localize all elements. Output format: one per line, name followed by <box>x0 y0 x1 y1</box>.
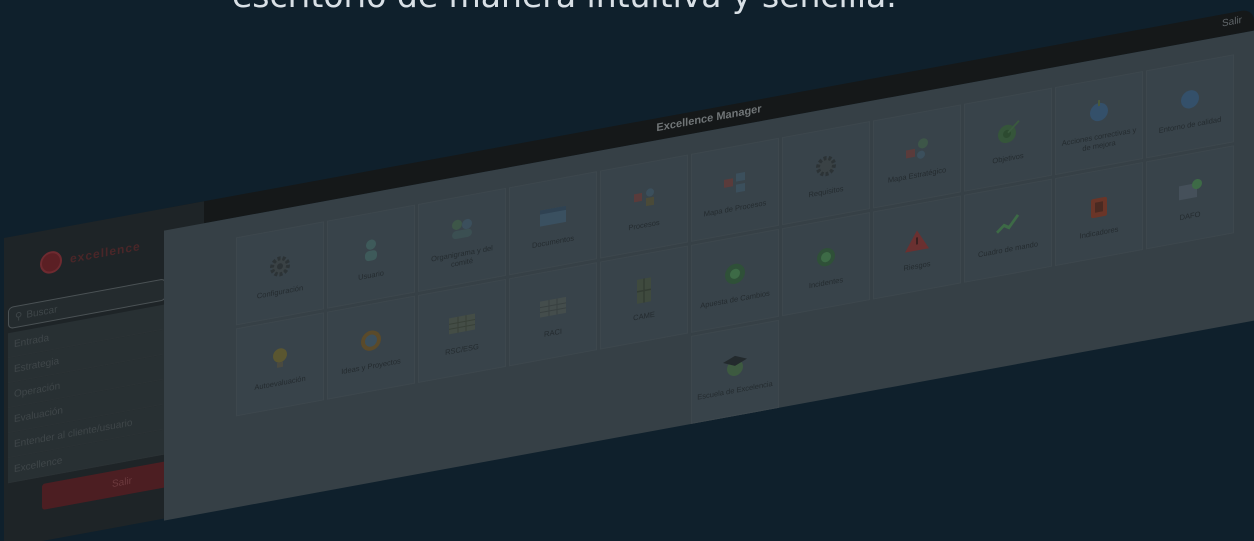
tile-ideas[interactable]: Ideas y Proyectos <box>327 295 415 400</box>
process-map-icon <box>720 165 750 201</box>
tile-label: Autoevaluación <box>254 373 306 392</box>
user-icon <box>356 231 386 267</box>
sidebar-item-label: Evaluación <box>14 404 63 425</box>
tile-came[interactable]: CAME <box>600 245 688 350</box>
module-grid: Configuración Usuario Organigrama y del … <box>164 30 1254 521</box>
tile-objetivos[interactable]: Objetivos <box>964 87 1052 192</box>
tile-requisitos[interactable]: Requisitos <box>782 121 870 226</box>
table-icon <box>538 289 568 325</box>
tile-label: Configuración <box>256 282 304 301</box>
tile-label: RACI <box>544 326 562 339</box>
sidebar-item-label: Operación <box>14 380 61 400</box>
tile-label: Riesgos <box>903 258 931 273</box>
tile-label: CAME <box>633 309 655 323</box>
logo: excellence <box>40 235 141 276</box>
self-evaluation-icon <box>265 339 295 375</box>
tile-usuario[interactable]: Usuario <box>327 204 415 309</box>
tile-organigrama[interactable]: Organigrama y del comité <box>418 187 506 293</box>
app-screenshot: Excellence Manager Salir excellence ⚲ Bu… <box>0 0 1254 541</box>
tile-label: Incidentes <box>808 274 844 290</box>
tile-autoevaluacion[interactable]: Autoevaluación <box>236 312 324 417</box>
tile-label: Entorno de calidad <box>1158 114 1222 135</box>
tile-mapa-procesos[interactable]: Mapa de Procesos <box>691 137 779 242</box>
tile-cuadro-mando[interactable]: Cuadro de mando <box>964 178 1052 283</box>
tile-label: DAFO <box>1179 208 1201 222</box>
sidebar-item-label: Estrategia <box>14 355 60 375</box>
tile-apuesta[interactable]: Apuesta de Cambios <box>691 228 779 333</box>
tile-label: Ideas y Proyectos <box>341 355 401 376</box>
tile-riesgos[interactable]: Riesgos <box>873 195 961 300</box>
tile-acciones[interactable]: Acciones correctivas y de mejora <box>1055 70 1143 176</box>
world-icon <box>447 306 477 342</box>
tile-label: Mapa Estratégico <box>887 164 947 185</box>
lightbulb-icon <box>356 322 386 358</box>
strategy-map-icon <box>902 131 932 167</box>
door-icon <box>720 256 750 292</box>
tile-label: Organigrama y del comité <box>431 243 493 269</box>
tile-procesos[interactable]: Procesos <box>600 154 688 259</box>
tile-label: Objetivos <box>992 150 1024 166</box>
chart-icon <box>1084 189 1114 225</box>
tile-raci[interactable]: RACI <box>509 262 597 367</box>
tile-label: Acciones correctivas y de mejora <box>1061 125 1137 154</box>
sidebar-item-label: Excellence <box>14 454 63 475</box>
tile-configuracion[interactable]: Configuración <box>236 221 324 326</box>
sidebar-item-label: Entrada <box>14 332 50 350</box>
quality-icon <box>1175 81 1205 117</box>
gear-icon <box>265 248 295 284</box>
risk-icon <box>902 222 932 258</box>
tile-label: Escuela de Excelencia <box>697 378 773 402</box>
swot-icon <box>1175 172 1205 208</box>
logo-icon <box>40 249 62 276</box>
table-icon <box>629 272 659 308</box>
people-icon <box>447 210 477 246</box>
tile-documentos[interactable]: Documentos <box>509 171 597 276</box>
globe-icon <box>1084 93 1114 129</box>
tile-incidentes[interactable]: Incidentes <box>782 212 870 317</box>
tile-dafo[interactable]: DAFO <box>1146 145 1234 250</box>
tile-rsc[interactable]: RSC/ESG <box>418 278 506 384</box>
logo-text: excellence <box>70 238 141 266</box>
search-placeholder: Buscar <box>26 303 58 321</box>
tile-entorno[interactable]: Entorno de calidad <box>1146 54 1234 159</box>
tile-label: Mapa de Procesos <box>703 197 767 219</box>
target-icon <box>993 114 1023 150</box>
warning-icon <box>993 205 1023 241</box>
tile-label: RSC/ESG <box>445 341 479 357</box>
document-icon <box>538 198 568 234</box>
incident-icon <box>811 239 841 275</box>
tile-label: Apuesta de Cambios <box>700 287 770 310</box>
tile-label: Usuario <box>358 267 384 282</box>
tile-mapa-estrategico[interactable]: Mapa Estratégico <box>873 104 961 209</box>
tile-label: Requisitos <box>808 183 844 199</box>
settings-icon <box>811 148 841 184</box>
tile-label: Indicadores <box>1079 223 1119 241</box>
tile-label: Cuadro de mando <box>977 238 1039 259</box>
tile-indicadores[interactable]: Indicadores <box>1055 161 1143 267</box>
process-icon <box>629 181 659 217</box>
search-icon: ⚲ <box>15 310 23 323</box>
graduation-cap-icon <box>720 347 750 383</box>
app-window: Excellence Manager Salir excellence ⚲ Bu… <box>4 8 1254 541</box>
tile-label: Documentos <box>531 232 575 250</box>
tile-escuela[interactable]: Escuela de Excelencia <box>691 319 779 424</box>
tile-label: Procesos <box>628 217 660 232</box>
